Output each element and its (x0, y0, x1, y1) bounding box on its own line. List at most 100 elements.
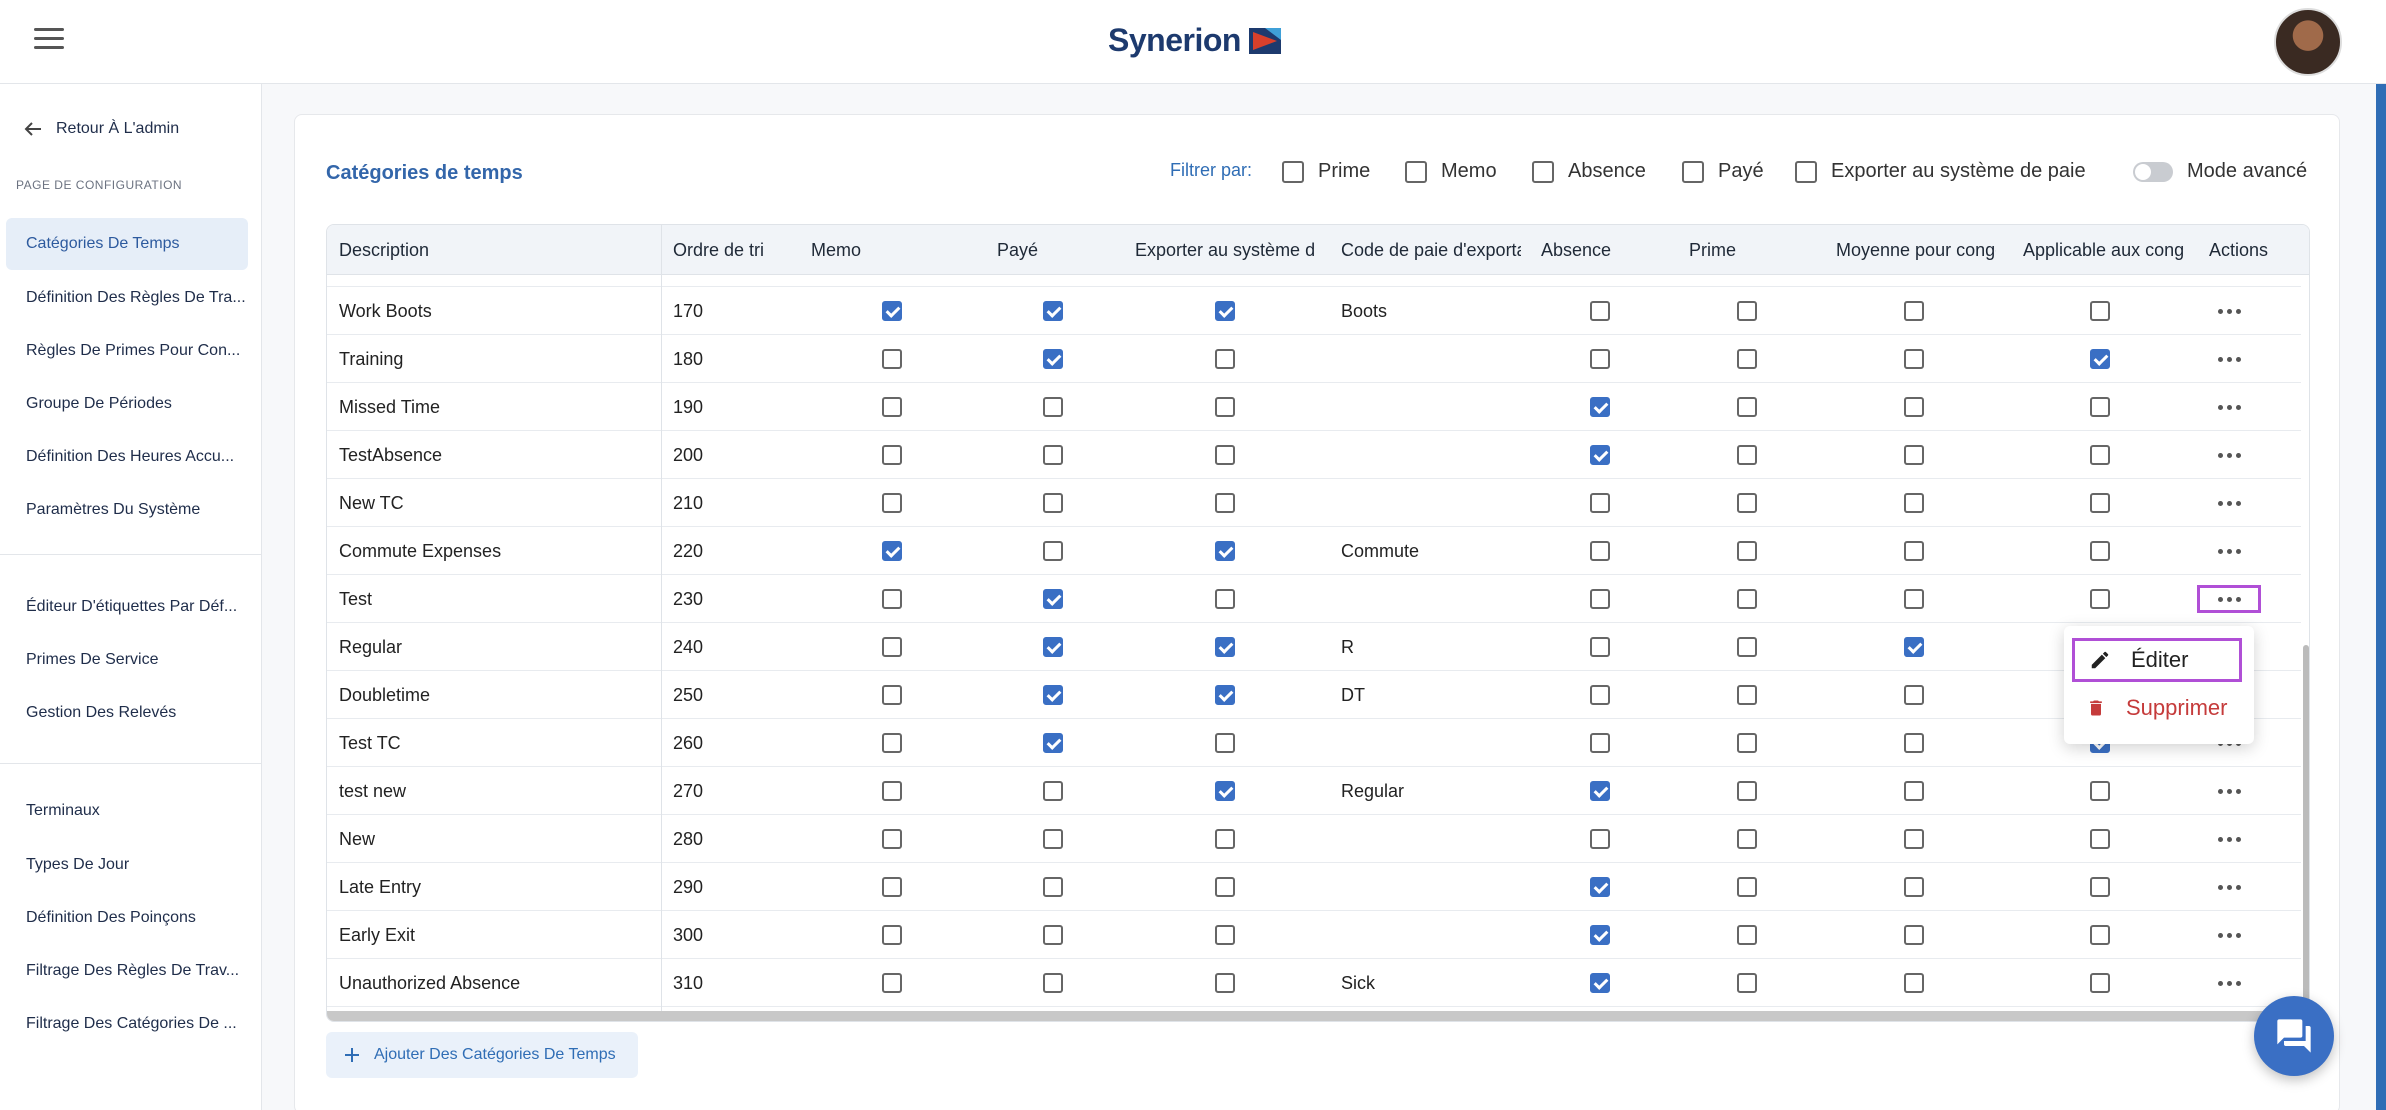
checkbox-moyenne[interactable] (1904, 829, 1924, 849)
checkbox-absence[interactable] (1590, 829, 1610, 849)
table-row[interactable]: New TC 210 (327, 479, 2301, 527)
vertical-scrollbar[interactable] (2303, 645, 2309, 1013)
checkbox-prime[interactable] (1737, 349, 1757, 369)
checkbox-applicable[interactable] (2090, 493, 2110, 513)
table-row[interactable]: test new 270 Regular (327, 767, 2301, 815)
checkbox-prime[interactable] (1737, 397, 1757, 417)
back-to-admin-link[interactable]: Retour À L'admin (24, 120, 179, 138)
checkbox-prime[interactable] (1737, 685, 1757, 705)
sidebar-item-punches[interactable]: Définition Des Poinçons (6, 892, 248, 944)
checkbox-export[interactable] (1215, 301, 1235, 321)
column-header-average[interactable]: Moyenne pour congé (1836, 225, 1996, 275)
checkbox-moyenne[interactable] (1904, 733, 1924, 753)
column-header-paye[interactable]: Payé (997, 225, 1117, 275)
table-row[interactable]: Regular 240 R (327, 623, 2301, 671)
checkbox-applicable[interactable] (2090, 541, 2110, 561)
filter-memo[interactable]: Memo (1405, 160, 1497, 183)
checkbox-absence[interactable] (1590, 925, 1610, 945)
filter-absence-checkbox[interactable] (1532, 160, 1554, 183)
filter-paye[interactable]: Payé (1682, 160, 1764, 183)
table-row[interactable]: TestAbsence 200 (327, 431, 2301, 479)
checkbox-absence[interactable] (1590, 685, 1610, 705)
checkbox-export[interactable] (1215, 877, 1235, 897)
table-row[interactable]: Test TC 260 (327, 719, 2301, 767)
sidebar-item-time-categories[interactable]: Catégories De Temps (6, 218, 248, 270)
checkbox-memo[interactable] (882, 877, 902, 897)
toggle-switch[interactable] (2133, 161, 2173, 182)
checkbox-paye[interactable] (1043, 301, 1063, 321)
checkbox-absence[interactable] (1590, 637, 1610, 657)
checkbox-memo[interactable] (882, 973, 902, 993)
table-row[interactable]: Early Exit 300 (327, 911, 2301, 959)
sidebar-item-day-types[interactable]: Types De Jour (6, 839, 248, 891)
checkbox-moyenne[interactable] (1904, 637, 1924, 657)
checkbox-paye[interactable] (1043, 829, 1063, 849)
checkbox-paye[interactable] (1043, 973, 1063, 993)
more-actions-icon[interactable] (2197, 585, 2261, 613)
checkbox-absence[interactable] (1590, 877, 1610, 897)
checkbox-memo[interactable] (882, 925, 902, 945)
sidebar-item-statements[interactable]: Gestion Des Relevés (6, 687, 248, 739)
checkbox-applicable[interactable] (2090, 397, 2110, 417)
checkbox-applicable[interactable] (2090, 973, 2110, 993)
checkbox-absence[interactable] (1590, 589, 1610, 609)
checkbox-moyenne[interactable] (1904, 349, 1924, 369)
checkbox-applicable[interactable] (2090, 925, 2110, 945)
checkbox-applicable[interactable] (2090, 589, 2110, 609)
more-actions-icon[interactable] (2197, 297, 2261, 325)
table-row[interactable]: Missed Time 190 (327, 383, 2301, 431)
checkbox-prime[interactable] (1737, 877, 1757, 897)
more-actions-icon[interactable] (2197, 777, 2261, 805)
checkbox-memo[interactable] (882, 589, 902, 609)
sidebar-item-label-editor[interactable]: Éditeur D'étiquettes Par Déf... (6, 581, 248, 633)
checkbox-paye[interactable] (1043, 685, 1063, 705)
checkbox-export[interactable] (1215, 685, 1235, 705)
checkbox-prime[interactable] (1737, 781, 1757, 801)
filter-prime[interactable]: Prime (1282, 160, 1370, 183)
filter-export-checkbox[interactable] (1795, 160, 1817, 183)
checkbox-moyenne[interactable] (1904, 973, 1924, 993)
checkbox-absence[interactable] (1590, 445, 1610, 465)
checkbox-memo[interactable] (882, 781, 902, 801)
checkbox-absence[interactable] (1590, 973, 1610, 993)
checkbox-export[interactable] (1215, 397, 1235, 417)
checkbox-export[interactable] (1215, 349, 1235, 369)
checkbox-applicable[interactable] (2090, 781, 2110, 801)
checkbox-absence[interactable] (1590, 541, 1610, 561)
column-header-memo[interactable]: Memo (811, 225, 931, 275)
checkbox-prime[interactable] (1737, 541, 1757, 561)
checkbox-moyenne[interactable] (1904, 397, 1924, 417)
checkbox-export[interactable] (1215, 589, 1235, 609)
checkbox-moyenne[interactable] (1904, 493, 1924, 513)
checkbox-absence[interactable] (1590, 493, 1610, 513)
table-row[interactable]: Doubletime 250 DT (327, 671, 2301, 719)
checkbox-export[interactable] (1215, 445, 1235, 465)
checkbox-paye[interactable] (1043, 925, 1063, 945)
column-header-prime[interactable]: Prime (1689, 225, 1829, 275)
table-row[interactable]: Test 230 (327, 575, 2301, 623)
more-actions-icon[interactable] (2197, 969, 2261, 997)
advanced-mode-toggle[interactable]: Mode avancé (2133, 160, 2307, 183)
checkbox-prime[interactable] (1737, 589, 1757, 609)
avatar[interactable] (2274, 8, 2342, 76)
column-header-export-code[interactable]: Code de paie d'exportation (1341, 225, 1521, 275)
table-row[interactable]: Unauthorized Absence 310 Sick (327, 959, 2301, 1007)
checkbox-export[interactable] (1215, 781, 1235, 801)
delete-menu-item[interactable]: Supprimer (2072, 686, 2242, 730)
checkbox-paye[interactable] (1043, 397, 1063, 417)
chat-button[interactable] (2254, 996, 2334, 1076)
checkbox-applicable[interactable] (2090, 829, 2110, 849)
column-header-sort-order[interactable]: Ordre de tri (673, 225, 781, 275)
more-actions-icon[interactable] (2197, 489, 2261, 517)
checkbox-moyenne[interactable] (1904, 541, 1924, 561)
checkbox-applicable[interactable] (2090, 445, 2110, 465)
checkbox-absence[interactable] (1590, 733, 1610, 753)
checkbox-memo[interactable] (882, 541, 902, 561)
filter-absence[interactable]: Absence (1532, 160, 1646, 183)
column-header-description[interactable]: Description (339, 225, 649, 275)
more-actions-icon[interactable] (2197, 441, 2261, 469)
checkbox-memo[interactable] (882, 829, 902, 849)
checkbox-prime[interactable] (1737, 637, 1757, 657)
checkbox-paye[interactable] (1043, 781, 1063, 801)
checkbox-memo[interactable] (882, 637, 902, 657)
